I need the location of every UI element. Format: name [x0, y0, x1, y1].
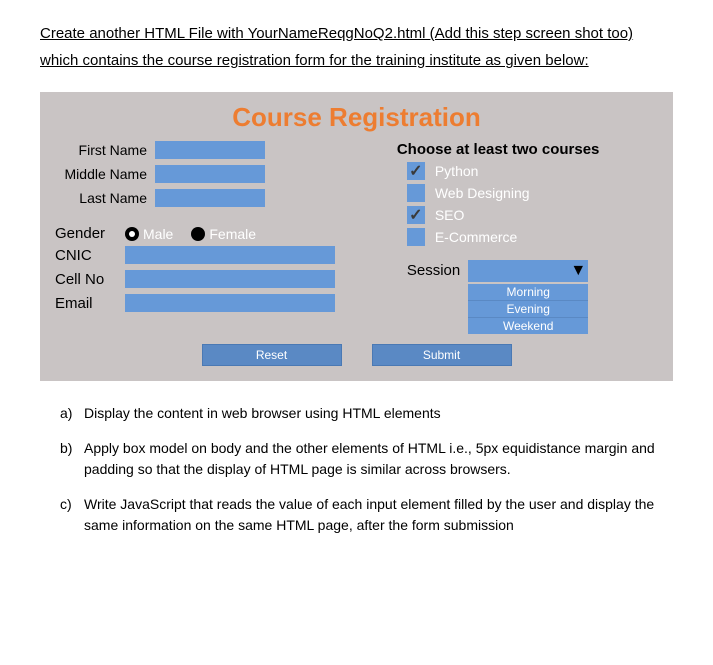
web-designing-label: Web Designing — [435, 185, 530, 201]
python-label: Python — [435, 163, 479, 179]
cell-no-input[interactable] — [125, 270, 335, 288]
middle-name-label: Middle Name — [55, 166, 155, 182]
chevron-down-icon: ▼ — [570, 262, 586, 280]
registration-form: Course Registration First Name Middle Na… — [40, 92, 673, 381]
python-checkbox[interactable]: ✓ — [407, 162, 425, 180]
cnic-label: CNIC — [55, 247, 125, 264]
session-label: Session — [407, 260, 460, 279]
session-option-morning[interactable]: Morning — [468, 284, 588, 301]
seo-label: SEO — [435, 207, 465, 223]
instruction-text: Create another HTML File with YourNameRe… — [40, 20, 673, 74]
session-options-list: Morning Evening Weekend — [468, 284, 588, 334]
reset-button[interactable]: Reset — [202, 344, 342, 366]
submit-button[interactable]: Submit — [372, 344, 512, 366]
first-name-input[interactable] — [155, 141, 265, 159]
question-a-text: Display the content in web browser using… — [84, 403, 673, 424]
middle-name-input[interactable] — [155, 165, 265, 183]
question-a-letter: a) — [60, 403, 84, 424]
question-b-letter: b) — [60, 438, 84, 480]
last-name-label: Last Name — [55, 190, 155, 206]
email-label: Email — [55, 295, 125, 312]
question-c-letter: c) — [60, 494, 84, 536]
questions-list: a) Display the content in web browser us… — [40, 403, 673, 536]
question-c-text: Write JavaScript that reads the value of… — [84, 494, 673, 536]
seo-checkbox[interactable]: ✓ — [407, 206, 425, 224]
female-label: Female — [209, 226, 256, 242]
cnic-input[interactable] — [125, 246, 335, 264]
gender-label: Gender — [55, 225, 125, 242]
web-designing-checkbox[interactable] — [407, 184, 425, 202]
male-radio[interactable] — [125, 227, 139, 241]
last-name-input[interactable] — [155, 189, 265, 207]
male-label: Male — [143, 226, 173, 242]
ecommerce-label: E-Commerce — [435, 229, 517, 245]
session-dropdown[interactable]: ▼ — [468, 260, 588, 282]
cell-no-label: Cell No — [55, 271, 125, 288]
email-input[interactable] — [125, 294, 335, 312]
first-name-label: First Name — [55, 142, 155, 158]
ecommerce-checkbox[interactable] — [407, 228, 425, 246]
female-radio[interactable] — [191, 227, 205, 241]
courses-heading: Choose at least two courses — [387, 141, 658, 158]
session-option-weekend[interactable]: Weekend — [468, 318, 588, 334]
session-option-evening[interactable]: Evening — [468, 301, 588, 318]
question-b-text: Apply box model on body and the other el… — [84, 438, 673, 480]
form-title: Course Registration — [55, 102, 658, 133]
